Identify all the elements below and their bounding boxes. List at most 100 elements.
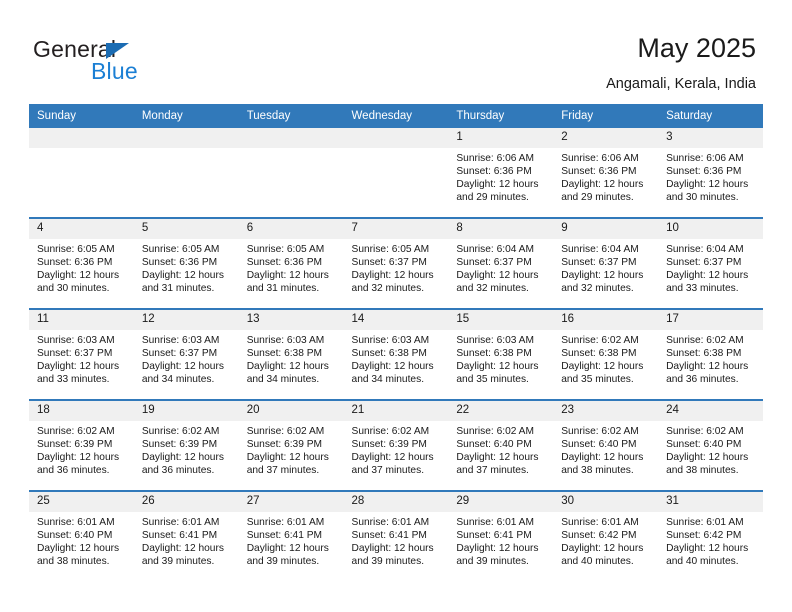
day-sun-info: Sunrise: 6:06 AM Sunset: 6:36 PM Daylight:… [448,148,553,204]
day-number: 27 [238,492,344,512]
daylight-text: Daylight: 12 hours and 33 minutes. [666,270,749,295]
day-sun-info: Sunrise: 6:05 AM Sunset: 6:36 PM Daylight:… [29,239,134,295]
page-title: May 2025 [637,33,756,63]
calendar-day-cell[interactable]: 13 Sunrise: 6:03 AM Sunset: 6:38 PM Dayligh… [238,308,344,400]
calendar-day-cell[interactable]: 6 Sunrise: 6:05 AM Sunset: 6:36 PM Daylight… [238,217,344,309]
sunset-text: Sunset: 6:39 PM [141,439,218,451]
daylight-text: Daylight: 12 hours and 36 minutes. [141,452,224,477]
sunrise-text: Sunrise: 6:01 AM [246,517,325,528]
sunrise-text: Sunrise: 6:02 AM [666,335,744,346]
calendar-day-cell[interactable]: 29 Sunrise: 6:01 AM Sunset: 6:41 PM Dayligh… [448,490,554,581]
page-subtitle-location: Angamali, Kerala, India [606,76,756,92]
sunset-text: Sunset: 6:41 PM [141,530,218,542]
sunrise-text: Sunrise: 6:02 AM [561,426,639,437]
day-sun-info: Sunrise: 6:02 AM Sunset: 6:38 PM Daylight:… [553,330,658,386]
calendar-body: 1 Sunrise: 6:06 AM Sunset: 6:36 PM Daylight… [29,128,763,581]
sunset-text: Sunset: 6:36 PM [456,166,532,178]
calendar-day-cell[interactable]: 7 Sunrise: 6:05 AM Sunset: 6:37 PM Daylight… [343,217,449,309]
calendar-day-cell[interactable]: 1 Sunrise: 6:06 AM Sunset: 6:36 PM Daylight… [448,128,554,218]
day-sun-info: Sunrise: 6:02 AM Sunset: 6:38 PM Daylight:… [658,330,763,386]
calendar-day-cell[interactable]: 28 Sunrise: 6:01 AM Sunset: 6:41 PM Dayligh… [343,490,449,581]
calendar-day-cell[interactable]: 18 Sunrise: 6:02 AM Sunset: 6:39 PM Dayligh… [29,399,134,491]
daylight-text: Daylight: 12 hours and 33 minutes. [37,361,120,386]
calendar-day-cell[interactable]: 17 Sunrise: 6:02 AM Sunset: 6:38 PM Dayligh… [658,308,763,400]
day-number: 28 [343,492,449,512]
sunset-text: Sunset: 6:37 PM [561,257,637,269]
day-number: 10 [658,219,763,239]
daylight-text: Daylight: 12 hours and 35 minutes. [561,361,644,386]
calendar-day-cell[interactable]: 27 Sunrise: 6:01 AM Sunset: 6:41 PM Dayligh… [238,490,344,581]
day-sun-info: Sunrise: 6:03 AM Sunset: 6:38 PM Daylight:… [239,330,344,386]
calendar-day-cell[interactable]: 12 Sunrise: 6:03 AM Sunset: 6:37 PM Dayligh… [133,308,239,400]
day-sun-info: Sunrise: 6:04 AM Sunset: 6:37 PM Daylight:… [553,239,658,295]
day-number: 24 [658,401,763,421]
daylight-text: Daylight: 12 hours and 39 minutes. [141,543,224,568]
daylight-text: Daylight: 12 hours and 40 minutes. [666,543,749,568]
day-number: 6 [238,219,344,239]
sunrise-text: Sunrise: 6:04 AM [666,244,744,255]
sunset-text: Sunset: 6:36 PM [561,166,637,178]
calendar-day-cell[interactable]: 22 Sunrise: 6:02 AM Sunset: 6:40 PM Dayligh… [448,399,554,491]
general-blue-logo[interactable]: General Blue [33,36,233,88]
sunrise-text: Sunrise: 6:01 AM [561,517,639,528]
calendar-day-cell[interactable]: 2 Sunrise: 6:06 AM Sunset: 6:36 PM Daylight… [553,128,659,218]
calendar-day-cell[interactable]: 4 Sunrise: 6:05 AM Sunset: 6:36 PM Daylight… [29,217,134,309]
calendar-day-cell[interactable]: 26 Sunrise: 6:01 AM Sunset: 6:41 PM Dayligh… [133,490,239,581]
logo-text-blue: Blue [91,58,138,84]
calendar-day-cell[interactable]: 23 Sunrise: 6:02 AM Sunset: 6:40 PM Dayligh… [553,399,659,491]
daylight-text: Daylight: 12 hours and 39 minutes. [351,543,434,568]
day-number [133,128,239,148]
daylight-text: Daylight: 12 hours and 29 minutes. [456,179,539,204]
calendar-day-cell[interactable]: 15 Sunrise: 6:03 AM Sunset: 6:38 PM Dayligh… [448,308,554,400]
daylight-text: Daylight: 12 hours and 30 minutes. [666,179,749,204]
day-number: 1 [448,128,554,148]
calendar-table: Sunday Monday Tuesday Wednesday Thursday… [29,104,763,581]
weekday-header-wednesday: Wednesday [343,104,449,128]
calendar-day-cell[interactable]: 14 Sunrise: 6:03 AM Sunset: 6:38 PM Dayligh… [343,308,449,400]
day-number: 19 [133,401,239,421]
calendar-day-cell[interactable]: 31 Sunrise: 6:01 AM Sunset: 6:42 PM Dayligh… [658,490,763,581]
sunrise-text: Sunrise: 6:05 AM [37,244,115,255]
calendar-day-cell[interactable]: 16 Sunrise: 6:02 AM Sunset: 6:38 PM Dayligh… [553,308,659,400]
calendar-day-cell[interactable]: 8 Sunrise: 6:04 AM Sunset: 6:37 PM Daylight… [448,217,554,309]
calendar-day-cell[interactable]: 10 Sunrise: 6:04 AM Sunset: 6:37 PM Dayligh… [658,217,763,309]
weekday-header-friday: Friday [553,104,659,128]
day-sun-info: Sunrise: 6:04 AM Sunset: 6:37 PM Daylight:… [658,239,763,295]
calendar-day-cell[interactable]: 24 Sunrise: 6:02 AM Sunset: 6:40 PM Dayligh… [658,399,763,491]
sunset-text: Sunset: 6:36 PM [666,166,742,178]
calendar-day-cell[interactable]: 11 Sunrise: 6:03 AM Sunset: 6:37 PM Dayligh… [29,308,134,400]
day-sun-info: Sunrise: 6:03 AM Sunset: 6:38 PM Daylight:… [448,330,553,386]
day-sun-info: Sunrise: 6:01 AM Sunset: 6:41 PM Daylight:… [448,512,553,568]
day-number: 3 [658,128,763,148]
calendar-day-cell[interactable]: 21 Sunrise: 6:02 AM Sunset: 6:39 PM Dayligh… [343,399,449,491]
day-sun-info: Sunrise: 6:03 AM Sunset: 6:37 PM Daylight:… [134,330,239,386]
daylight-text: Daylight: 12 hours and 36 minutes. [666,361,749,386]
triangle-icon [106,43,129,59]
sunset-text: Sunset: 6:38 PM [456,348,532,360]
calendar-day-cell-empty [133,128,239,218]
day-number: 7 [343,219,449,239]
calendar-week-row: 1 Sunrise: 6:06 AM Sunset: 6:36 PM Daylight… [29,128,763,218]
calendar-day-cell[interactable]: 25 Sunrise: 6:01 AM Sunset: 6:40 PM Dayligh… [29,490,134,581]
calendar-day-cell[interactable]: 3 Sunrise: 6:06 AM Sunset: 6:36 PM Daylight… [658,128,763,218]
sunset-text: Sunset: 6:38 PM [246,348,323,360]
calendar-day-cell[interactable]: 20 Sunrise: 6:02 AM Sunset: 6:39 PM Dayligh… [238,399,344,491]
day-number: 8 [448,219,554,239]
sunset-text: Sunset: 6:40 PM [456,439,532,451]
day-sun-info: Sunrise: 6:04 AM Sunset: 6:37 PM Daylight:… [448,239,553,295]
weekday-header-row: Sunday Monday Tuesday Wednesday Thursday… [29,104,763,128]
daylight-text: Daylight: 12 hours and 38 minutes. [666,452,749,477]
day-number: 9 [553,219,659,239]
calendar-day-cell[interactable]: 19 Sunrise: 6:02 AM Sunset: 6:39 PM Dayligh… [133,399,239,491]
daylight-text: Daylight: 12 hours and 38 minutes. [561,452,644,477]
sunrise-text: Sunrise: 6:06 AM [561,153,639,164]
calendar-day-cell[interactable]: 30 Sunrise: 6:01 AM Sunset: 6:42 PM Dayligh… [553,490,659,581]
sunrise-text: Sunrise: 6:02 AM [351,426,430,437]
sunrise-text: Sunrise: 6:05 AM [141,244,220,255]
day-sun-info: Sunrise: 6:02 AM Sunset: 6:39 PM Daylight:… [134,421,239,477]
calendar-day-cell[interactable]: 5 Sunrise: 6:05 AM Sunset: 6:36 PM Daylight… [133,217,239,309]
calendar-day-cell[interactable]: 9 Sunrise: 6:04 AM Sunset: 6:37 PM Daylight… [553,217,659,309]
day-number [238,128,344,148]
daylight-text: Daylight: 12 hours and 34 minutes. [351,361,434,386]
daylight-text: Daylight: 12 hours and 32 minutes. [351,270,434,295]
